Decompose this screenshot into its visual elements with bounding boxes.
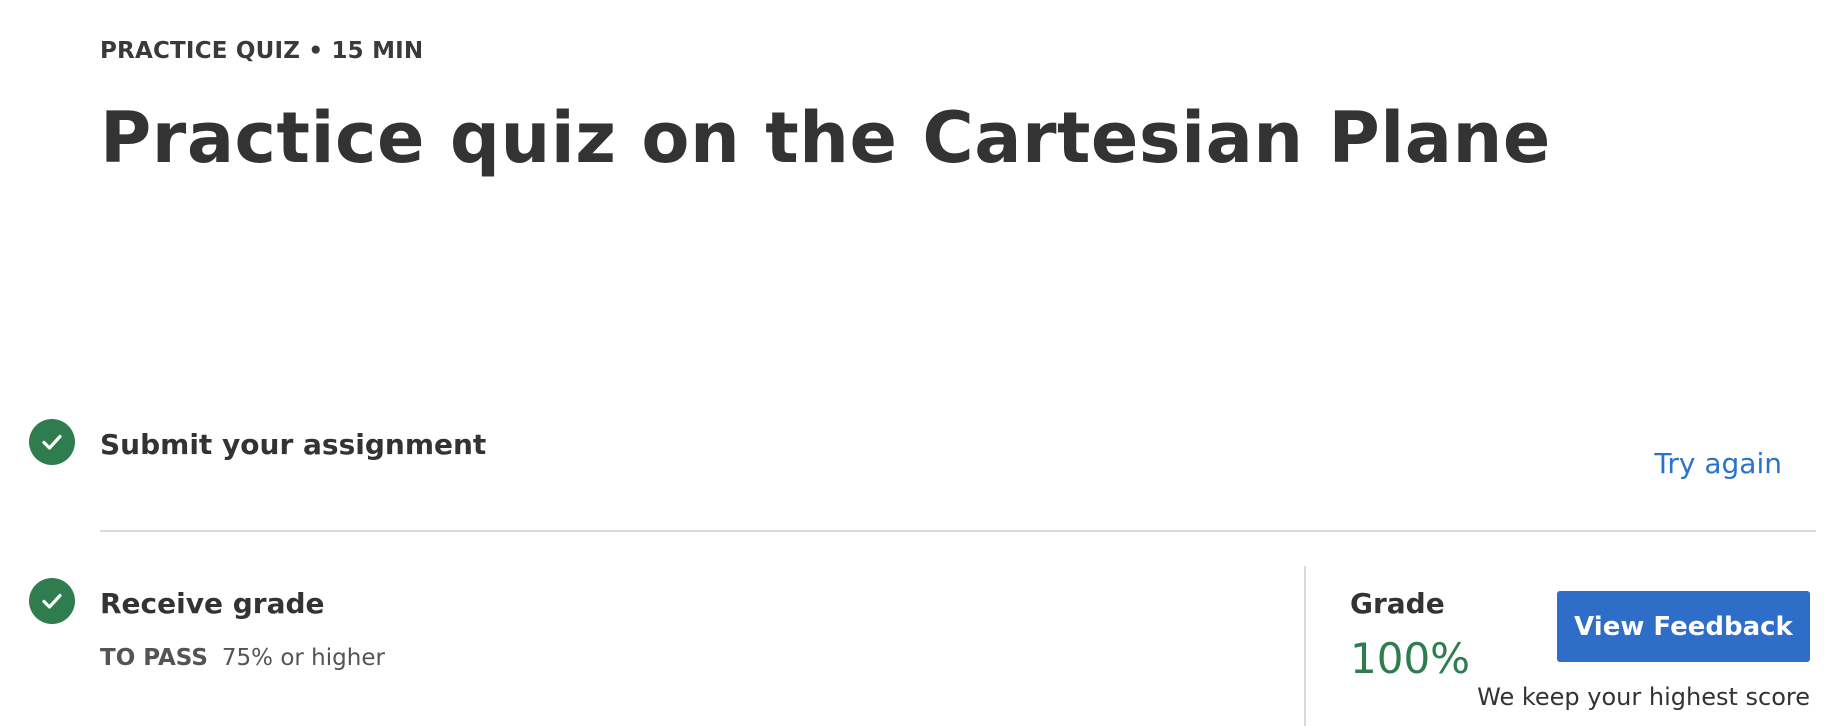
grade-divider [1304,566,1306,726]
try-again-link[interactable]: Try again [1654,447,1782,480]
check-icon [29,419,75,465]
check-icon [29,578,75,624]
view-feedback-button[interactable]: View Feedback [1557,591,1810,662]
receive-grade-title: Receive grade [100,587,325,620]
page-title: Practice quiz on the Cartesian Plane [100,97,1551,179]
submit-step-title: Submit your assignment [100,428,487,461]
highest-score-note: We keep your highest score [1477,683,1810,711]
passing-requirement: TO PASS 75% or higher [100,645,385,671]
to-pass-label: TO PASS [100,645,208,671]
grade-label: Grade [1350,587,1445,620]
to-pass-value: 75% or higher [221,645,385,671]
section-divider [100,530,1816,532]
item-meta: PRACTICE QUIZ • 15 MIN [100,38,424,64]
grade-value: 100% [1350,634,1471,683]
